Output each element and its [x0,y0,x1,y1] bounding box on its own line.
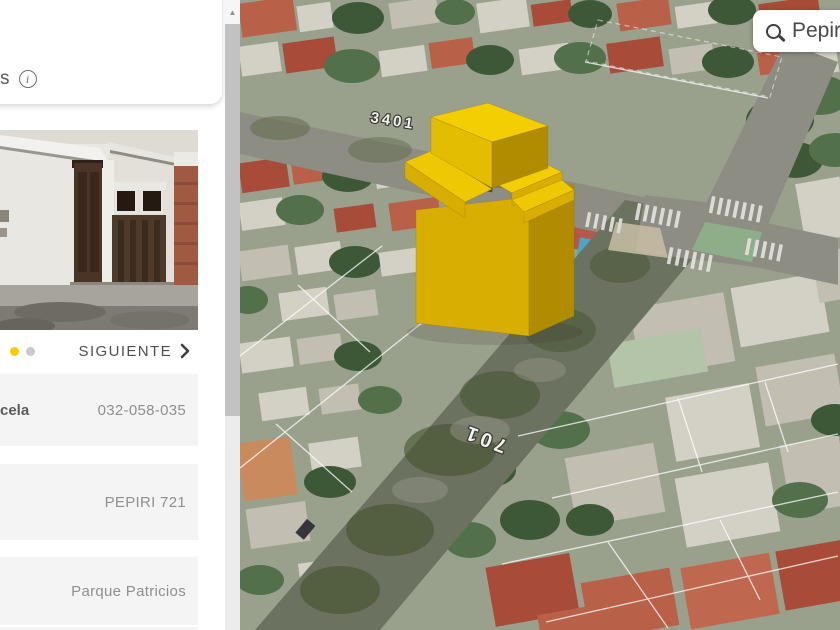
scrollbar-thumb[interactable] [225,24,240,416]
photo-carousel-controls: SIGUIENTE [0,338,198,364]
chevron-right-icon [180,343,190,359]
scroll-up-icon: ▲ [228,7,237,17]
field-value-parcel: 032-058-035 [97,401,186,419]
field-row-parcel: cela 032-058-035 [0,374,198,446]
info-icon[interactable]: i [18,70,37,88]
property-photo-image [0,130,198,330]
field-value-neighborhood: Parque Patricios [71,582,186,600]
panel-heading: s i [0,68,37,90]
next-photo-label: SIGUIENTE [78,342,172,360]
search-icon [766,23,781,39]
field-row-neighborhood: Parque Patricios [0,557,198,625]
panel-title-fragment: s [0,68,10,89]
sidebar-scrollbar[interactable]: ▲ [225,0,240,630]
property-photo [0,130,198,330]
carousel-dot-active[interactable] [10,346,19,356]
search-input[interactable] [792,19,840,43]
panel-header-card: s i [0,0,222,104]
field-value-address: PEPIRI 721 [104,493,186,511]
sidebar-panel: s i SIGUIENTE cela 032-058-035 PEPIRI 72… [0,0,225,630]
map-satellite-view[interactable]: 3401 701 [240,0,840,630]
next-photo-button[interactable]: SIGUIENTE [79,343,198,360]
scroll-up-button[interactable]: ▲ [225,0,240,24]
map-search-box[interactable] [753,10,840,52]
map-container[interactable]: 3401 701 [240,0,840,630]
field-row-address: PEPIRI 721 [0,464,198,540]
carousel-dot[interactable] [26,346,35,356]
carousel-dots [0,346,35,356]
field-label-parcel: cela [0,401,30,419]
